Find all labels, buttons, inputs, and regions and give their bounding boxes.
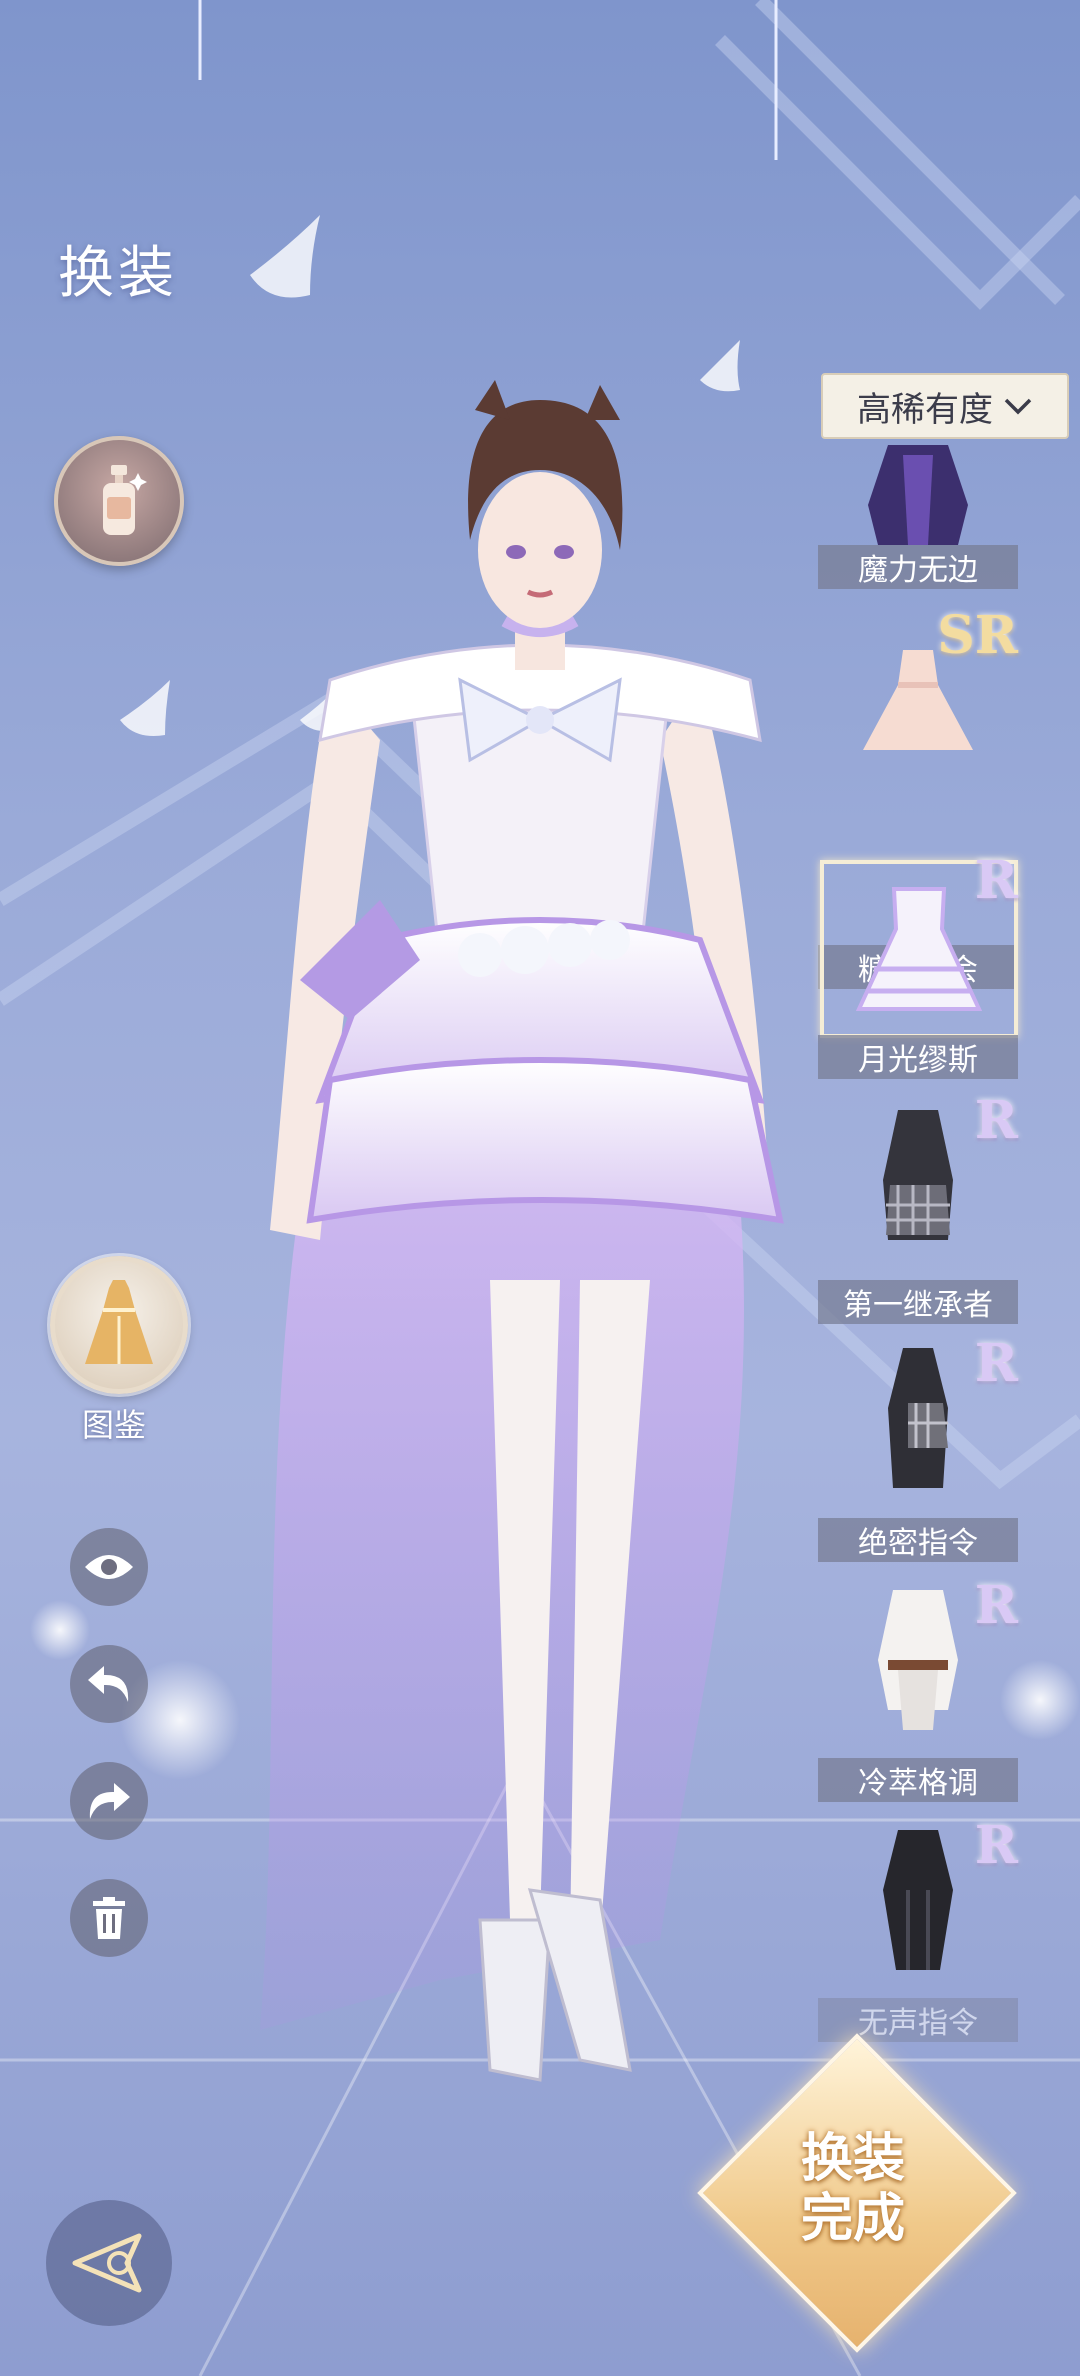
outfit-item[interactable]: R 绝密指令	[818, 1333, 1018, 1575]
undo-button[interactable]	[70, 1645, 148, 1723]
lotion-bottle-icon	[103, 465, 147, 535]
rarity-filter-dropdown[interactable]: 高稀有度	[821, 373, 1069, 439]
redo-icon	[89, 1783, 130, 1819]
dress-icon	[85, 1280, 153, 1364]
outfit-name: 月光缪斯	[818, 1035, 1018, 1079]
outfit-thumbnail	[838, 445, 998, 545]
atlas-label: 图鉴	[81, 1406, 146, 1444]
chevron-down-icon	[1004, 398, 1032, 415]
outfit-thumbnail	[838, 1585, 998, 1735]
outfit-item[interactable]: R 冷萃格调	[818, 1575, 1018, 1817]
outfit-thumbnail	[838, 1343, 998, 1493]
outfit-name: 冷萃格调	[818, 1758, 1018, 1802]
outfit-item-selected[interactable]: R 月光缪斯	[818, 850, 1018, 1092]
finish-line1: 换装	[800, 2128, 905, 2190]
trash-icon	[93, 1897, 125, 1939]
eye-button[interactable]	[70, 1528, 148, 1606]
outfit-thumbnail	[838, 635, 998, 765]
outfit-name: 无声指令	[818, 1998, 1018, 2042]
finish-button[interactable]: 换装 完成	[744, 2080, 962, 2298]
finish-line2: 完成	[800, 2188, 905, 2249]
back-button[interactable]	[46, 2200, 172, 2326]
atlas-button[interactable]	[50, 1256, 188, 1394]
page-title: 换装	[58, 241, 178, 306]
outfit-name: 魔力无边	[818, 545, 1018, 589]
redo-button[interactable]	[70, 1762, 148, 1840]
back-arrow-icon	[72, 2233, 142, 2293]
outfit-name: 第一继承者	[818, 1280, 1018, 1324]
character-model	[260, 380, 784, 2082]
outfit-item[interactable]: SR 糖霜舞会	[818, 605, 1018, 989]
outfit-thumbnail	[838, 1825, 998, 1975]
outfit-item[interactable]: R 第一继承者	[818, 1090, 1018, 1332]
eye-icon	[85, 1555, 133, 1579]
outfit-name: 绝密指令	[818, 1518, 1018, 1562]
lotion-button[interactable]	[54, 436, 184, 566]
delete-button[interactable]	[70, 1879, 148, 1957]
rarity-filter-label: 高稀有度	[857, 389, 993, 430]
outfit-item[interactable]: R 无声指令	[818, 1815, 1018, 2057]
undo-icon	[88, 1666, 129, 1702]
outfit-thumbnail	[838, 1100, 998, 1250]
rarity-badge: R	[974, 850, 1018, 911]
